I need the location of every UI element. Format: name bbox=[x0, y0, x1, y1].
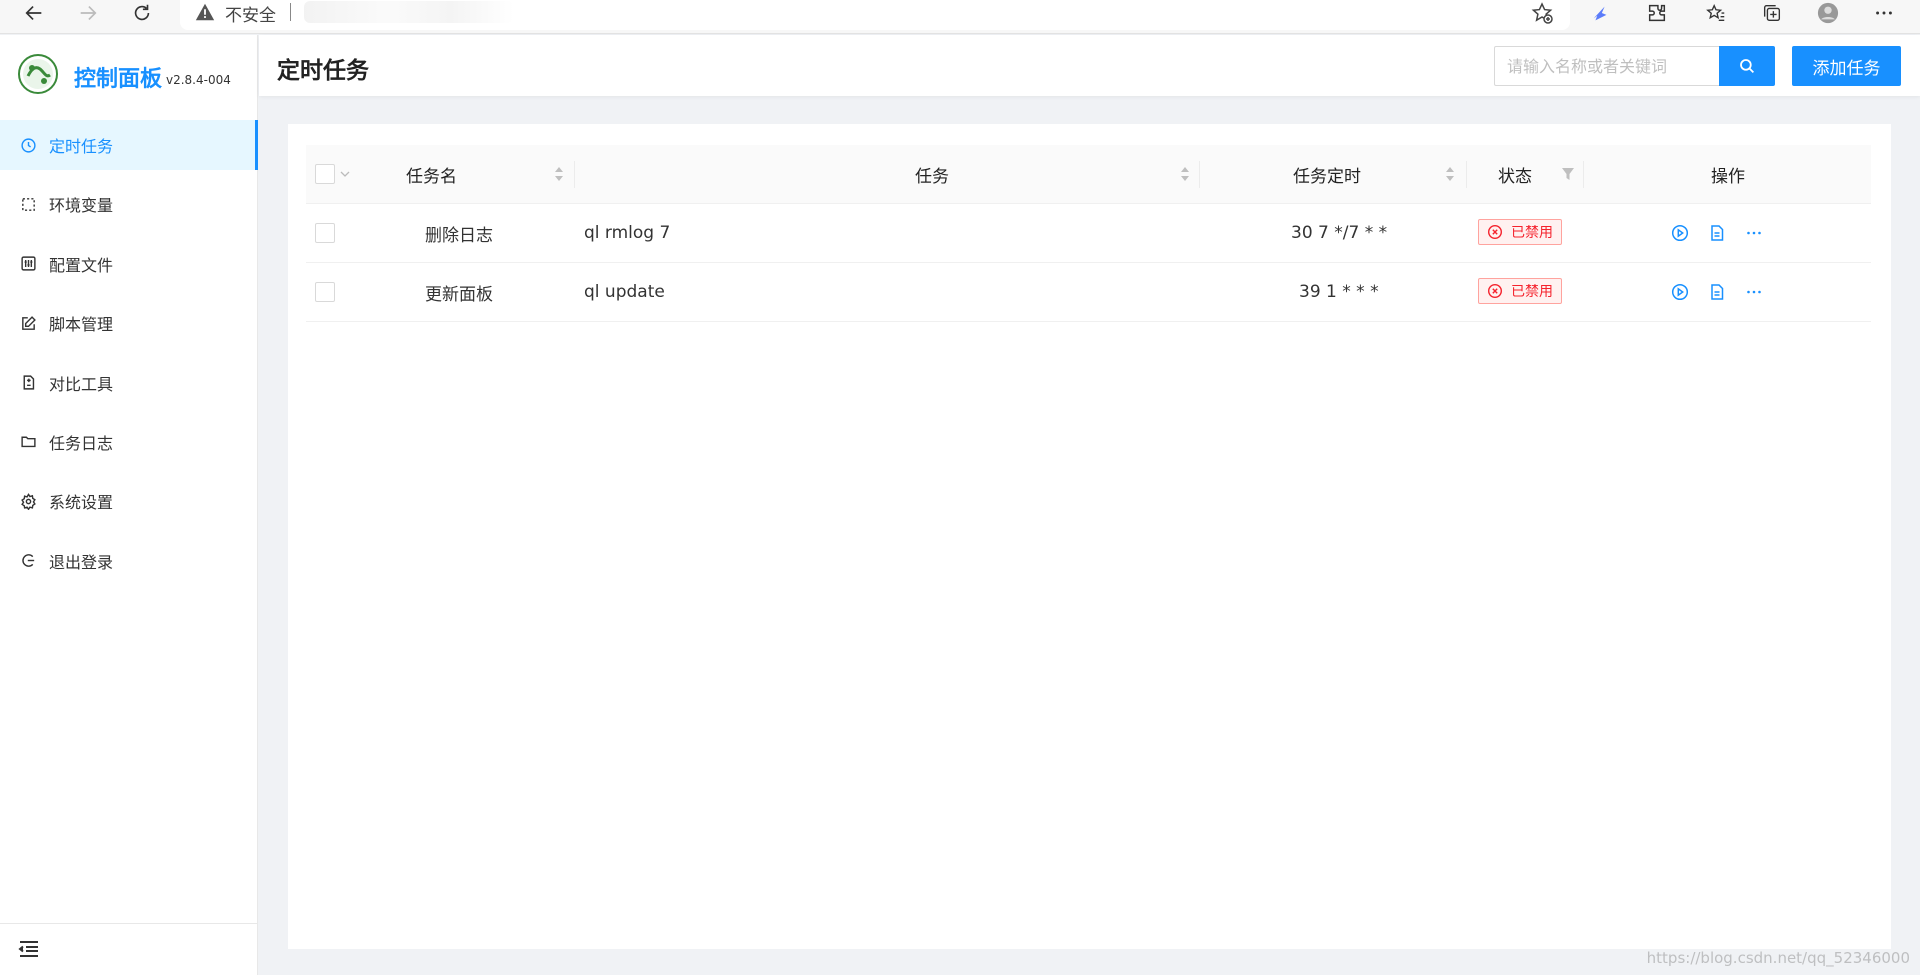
back-icon[interactable] bbox=[14, 0, 54, 26]
collections-icon[interactable] bbox=[1752, 0, 1792, 26]
url-blurred bbox=[304, 1, 514, 23]
sidebar-footer bbox=[0, 923, 258, 975]
page-title: 定时任务 bbox=[277, 58, 369, 84]
sidebar-item-env[interactable]: 环境变量 bbox=[0, 179, 258, 229]
sidebar-item-label: 定时任务 bbox=[49, 137, 114, 156]
column-divider bbox=[1466, 161, 1467, 188]
table-row: 删除日志 ql rmlog 7 30 7 */7 * * 已禁用 bbox=[306, 204, 1871, 263]
close-circle-icon bbox=[1487, 283, 1503, 299]
sort-icon[interactable] bbox=[1445, 166, 1455, 182]
more-icon[interactable] bbox=[1743, 281, 1765, 303]
task-name: 删除日志 bbox=[425, 225, 493, 246]
col-status-header[interactable]: 状态 bbox=[1498, 145, 1532, 204]
column-divider bbox=[1583, 161, 1584, 188]
sidebar-item-diff[interactable]: 对比工具 bbox=[0, 358, 258, 408]
search-icon bbox=[1740, 59, 1755, 74]
task-schedule: 39 1 * * * bbox=[1299, 282, 1379, 302]
watermark: https://blog.csdn.net/qq_52346000 bbox=[1646, 949, 1910, 967]
sidebar-item-settings[interactable]: 系统设置 bbox=[0, 476, 258, 526]
profile-icon[interactable] bbox=[1808, 0, 1848, 26]
sliders-icon bbox=[20, 255, 37, 272]
app-title: 控制面板 bbox=[74, 67, 163, 92]
task-table: 任务名 任务 任务定时 状态 操作 删除日志 ql rmlog 7 30 7 *… bbox=[306, 145, 1871, 322]
select-all-checkbox[interactable] bbox=[315, 164, 335, 184]
folder-icon bbox=[20, 433, 37, 450]
run-icon[interactable] bbox=[1669, 222, 1691, 244]
chevron-down-icon[interactable] bbox=[340, 170, 350, 178]
log-icon[interactable] bbox=[1706, 222, 1728, 244]
col-command-header[interactable]: 任务 bbox=[915, 145, 949, 204]
search-button[interactable] bbox=[1719, 46, 1775, 86]
page-header: 定时任务 添加任务 bbox=[259, 35, 1920, 96]
puzzle-icon[interactable] bbox=[1637, 0, 1677, 26]
sort-icon[interactable] bbox=[554, 166, 564, 182]
sidebar-item-label: 系统设置 bbox=[49, 493, 114, 513]
row-checkbox[interactable] bbox=[315, 282, 335, 302]
sidebar-item-logout[interactable]: 退出登录 bbox=[0, 536, 258, 586]
add-task-button[interactable]: 添加任务 bbox=[1792, 46, 1901, 86]
app-version: v2.8.4-004 bbox=[166, 73, 231, 87]
menu-fold-icon[interactable] bbox=[18, 939, 40, 959]
sidebar-item-label: 环境变量 bbox=[49, 196, 114, 216]
status-badge: 已禁用 bbox=[1478, 278, 1562, 304]
search-input[interactable] bbox=[1494, 46, 1719, 86]
address-bar[interactable]: 不安全 bbox=[180, 0, 1570, 30]
diff-icon bbox=[20, 374, 37, 391]
edit-icon bbox=[20, 315, 37, 332]
favorites-icon[interactable] bbox=[1696, 0, 1736, 26]
col-actions-header: 操作 bbox=[1711, 167, 1745, 187]
add-favorite-icon[interactable] bbox=[1530, 0, 1558, 28]
sidebar-menu: 定时任务 环境变量 配置文件 脚本管理 对比工具 任务日志 系统设置 退出登录 bbox=[0, 120, 258, 595]
table-row: 更新面板 ql update 39 1 * * * 已禁用 bbox=[306, 263, 1871, 322]
gear-icon bbox=[20, 492, 37, 510]
status-text: 已禁用 bbox=[1511, 225, 1553, 241]
warning-icon bbox=[194, 1, 216, 23]
browser-toolbar: 不安全 bbox=[0, 0, 1920, 34]
app-logo bbox=[18, 54, 58, 94]
dashed-square-icon bbox=[20, 196, 37, 213]
sidebar-item-label: 退出登录 bbox=[49, 552, 114, 572]
sidebar-item-config[interactable]: 配置文件 bbox=[0, 239, 258, 289]
sidebar-item-label: 脚本管理 bbox=[49, 315, 114, 335]
task-command: ql update bbox=[584, 282, 665, 302]
table-header: 任务名 任务 任务定时 状态 操作 bbox=[306, 145, 1871, 204]
sidebar-item-label: 任务日志 bbox=[49, 433, 114, 453]
extension-icon[interactable] bbox=[1580, 0, 1620, 26]
sidebar-item-cron[interactable]: 定时任务 bbox=[0, 120, 258, 170]
refresh-icon[interactable] bbox=[122, 0, 162, 26]
sidebar-item-scripts[interactable]: 脚本管理 bbox=[0, 298, 258, 348]
sidebar: 控制面板 v2.8.4-004 定时任务 环境变量 配置文件 脚本管理 对比工具… bbox=[0, 35, 258, 975]
task-command: ql rmlog 7 bbox=[584, 223, 671, 243]
more-icon[interactable] bbox=[1743, 222, 1765, 244]
col-schedule-header[interactable]: 任务定时 bbox=[1293, 145, 1361, 204]
sort-icon[interactable] bbox=[1180, 166, 1190, 182]
status-badge: 已禁用 bbox=[1478, 219, 1562, 245]
more-icon[interactable] bbox=[1864, 0, 1904, 26]
clock-icon bbox=[20, 137, 37, 154]
column-divider bbox=[1199, 161, 1200, 188]
log-icon[interactable] bbox=[1706, 281, 1728, 303]
col-name-header[interactable]: 任务名 bbox=[406, 145, 457, 204]
sidebar-item-logs[interactable]: 任务日志 bbox=[0, 417, 258, 467]
status-text: 已禁用 bbox=[1511, 284, 1553, 300]
run-icon[interactable] bbox=[1669, 281, 1691, 303]
logout-icon bbox=[20, 552, 37, 569]
task-schedule: 30 7 */7 * * bbox=[1291, 223, 1388, 243]
row-checkbox[interactable] bbox=[315, 223, 335, 243]
sidebar-item-label: 配置文件 bbox=[49, 255, 114, 275]
filter-icon[interactable] bbox=[1562, 168, 1574, 180]
forward-icon[interactable] bbox=[68, 0, 108, 26]
task-name: 更新面板 bbox=[425, 284, 493, 305]
address-divider bbox=[290, 3, 291, 21]
content-card: 任务名 任务 任务定时 状态 操作 删除日志 ql rmlog 7 30 7 *… bbox=[288, 124, 1891, 949]
column-divider bbox=[574, 161, 575, 188]
security-label: 不安全 bbox=[225, 6, 276, 26]
close-circle-icon bbox=[1487, 224, 1503, 240]
sidebar-item-label: 对比工具 bbox=[49, 374, 114, 394]
